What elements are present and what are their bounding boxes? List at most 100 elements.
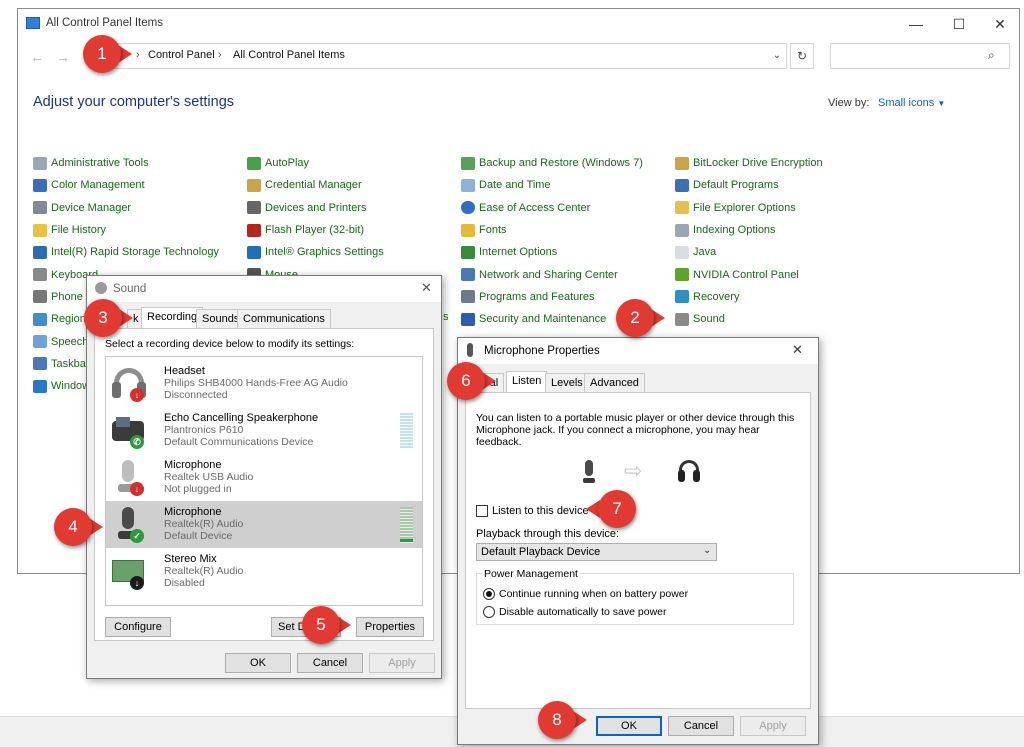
callout-4: 4 xyxy=(54,508,92,546)
nvidia-icon xyxy=(675,268,689,282)
callout-1: 1 xyxy=(83,35,121,73)
cp-item-java[interactable]: Java xyxy=(675,241,823,263)
apply-button[interactable]: Apply xyxy=(369,653,435,673)
cp-item-ease-of-access[interactable]: Ease of Access Center xyxy=(461,197,643,219)
device-item-speakerphone[interactable]: ✆ Echo Cancelling Speakerphone Plantroni… xyxy=(106,407,422,454)
close-button[interactable]: ✕ xyxy=(990,15,1010,33)
cp-item-date-time[interactable]: Date and Time xyxy=(461,174,643,196)
minimize-button[interactable]: — xyxy=(906,15,926,33)
cp-item-bitlocker[interactable]: BitLocker Drive Encryption xyxy=(675,152,823,174)
radio-continue[interactable] xyxy=(483,588,495,600)
device-list[interactable]: ↓ Headset Philips SHB4000 Hands-Free AG … xyxy=(105,356,423,606)
device-name: Echo Cancelling Speakerphone xyxy=(164,412,319,424)
cp-item-administrative-tools[interactable]: Administrative Tools xyxy=(33,152,219,174)
configure-button[interactable]: Configure xyxy=(105,617,171,637)
back-arrow-icon[interactable]: ← xyxy=(30,49,44,65)
close-button[interactable]: ✕ xyxy=(421,280,432,296)
device-name: Stereo Mix xyxy=(164,553,217,565)
address-dropdown-icon[interactable]: ⌄ xyxy=(767,43,787,69)
listen-checkbox-label: Listen to this device xyxy=(492,505,589,517)
title-bar: All Control Panel Items — ☐ ✕ xyxy=(18,9,1019,39)
cp-item-backup-restore[interactable]: Backup and Restore (Windows 7) xyxy=(461,152,643,174)
device-item-realtek-microphone[interactable]: ✓ Microphone Realtek(R) Audio Default De… xyxy=(106,501,422,548)
tab-communications[interactable]: Communications xyxy=(237,309,331,329)
properties-button[interactable]: Properties xyxy=(356,617,424,637)
forward-arrow-icon[interactable]: → xyxy=(56,49,70,65)
cp-item-indexing-options[interactable]: Indexing Options xyxy=(675,219,823,241)
apply-button[interactable]: Apply xyxy=(740,716,806,736)
items-column-3: Backup and Restore (Windows 7) Date and … xyxy=(461,152,643,330)
cp-item-credential-manager[interactable]: Credential Manager xyxy=(247,174,384,196)
device-item-headset[interactable]: ↓ Headset Philips SHB4000 Hands-Free AG … xyxy=(106,360,422,407)
cp-item-color-management[interactable]: Color Management xyxy=(33,174,219,196)
playback-device-select[interactable]: Default Playback Device ⌄ xyxy=(476,543,717,561)
cp-item-internet-options[interactable]: Internet Options xyxy=(461,241,643,263)
refresh-icon[interactable]: ↻ xyxy=(790,43,814,69)
power-option-disable[interactable]: Disable automatically to save power xyxy=(483,606,667,618)
file-history-icon xyxy=(33,223,47,237)
cp-item-sound[interactable]: Sound xyxy=(675,308,823,330)
view-by-dropdown[interactable]: Small icons ▼ xyxy=(878,97,945,109)
items-column-2: AutoPlay Credential Manager Devices and … xyxy=(247,152,384,286)
ok-button[interactable]: OK xyxy=(596,716,662,736)
device-status: Not plugged in xyxy=(164,483,232,495)
microphone-icon: ✓ xyxy=(112,507,146,543)
cp-item-intel-graphics[interactable]: Intel® Graphics Settings xyxy=(247,241,384,263)
phone-icon xyxy=(33,290,47,304)
chevron-down-icon: ⌄ xyxy=(703,545,712,556)
cp-item-autoplay[interactable]: AutoPlay xyxy=(247,152,384,174)
breadcrumb-control-panel[interactable]: Control Panel xyxy=(148,49,215,61)
callout-3: 3 xyxy=(84,299,122,337)
power-option-continue[interactable]: Continue running when on battery power xyxy=(483,588,688,600)
tab-listen[interactable]: Listen xyxy=(506,371,548,393)
cp-item-nvidia[interactable]: NVIDIA Control Panel xyxy=(675,263,823,285)
intel-graphics-icon xyxy=(247,245,261,259)
clock-icon xyxy=(461,178,475,192)
cp-item-devices-printers[interactable]: Devices and Printers xyxy=(247,197,384,219)
search-icon[interactable]: ⌕ xyxy=(988,48,995,63)
speaker-icon xyxy=(675,312,689,326)
ok-button[interactable]: OK xyxy=(225,653,291,673)
close-button[interactable]: ✕ xyxy=(792,342,803,358)
radio-disable[interactable] xyxy=(483,606,495,618)
cp-item-file-history[interactable]: File History xyxy=(33,219,219,241)
maximize-button[interactable]: ☐ xyxy=(949,15,969,33)
page-title: Adjust your computer's settings xyxy=(33,94,235,110)
breadcrumb-all-items[interactable]: All Control Panel Items xyxy=(233,49,345,61)
sound-title: Sound xyxy=(113,283,147,295)
mic-title-bar: Microphone Properties ✕ xyxy=(458,338,818,364)
device-status: Default Communications Device xyxy=(164,436,314,448)
window-title: All Control Panel Items xyxy=(46,17,163,29)
cp-item-file-explorer-options[interactable]: File Explorer Options xyxy=(675,197,823,219)
cancel-button[interactable]: Cancel xyxy=(668,716,734,736)
flag-icon xyxy=(461,312,475,326)
listen-checkbox-row[interactable]: Listen to this device xyxy=(476,505,589,517)
cp-item-fonts[interactable]: Fonts xyxy=(461,219,643,241)
cp-item-network-sharing[interactable]: Network and Sharing Center xyxy=(461,263,643,285)
device-item-usb-microphone[interactable]: ↓ Microphone Realtek USB Audio Not plugg… xyxy=(106,454,422,501)
listen-checkbox[interactable] xyxy=(476,505,488,517)
device-status: Default Device xyxy=(164,530,233,542)
cp-item-recovery[interactable]: Recovery xyxy=(675,286,823,308)
disabled-badge-icon: ↓ xyxy=(130,576,144,590)
playback-device-value: Default Playback Device xyxy=(481,546,601,558)
arrow-right-icon: ⇨ xyxy=(624,458,643,483)
cancel-button[interactable]: Cancel xyxy=(297,653,363,673)
device-detail: Plantronics P610 xyxy=(164,424,244,436)
search-input[interactable] xyxy=(830,43,1010,69)
device-name: Headset xyxy=(164,365,205,377)
tab-advanced[interactable]: Advanced xyxy=(584,373,645,393)
cp-item-programs-features[interactable]: Programs and Features xyxy=(461,286,643,308)
windows-icon xyxy=(33,379,47,393)
breadcrumb-separator-icon: › xyxy=(136,49,140,61)
tab-recording[interactable]: Recording xyxy=(141,307,204,329)
cp-item-default-programs[interactable]: Default Programs xyxy=(675,174,823,196)
cp-item-flash-player[interactable]: Flash Player (32-bit) xyxy=(247,219,384,241)
device-manager-icon xyxy=(33,201,47,215)
device-item-stereo-mix[interactable]: ↓ Stereo Mix Realtek(R) Audio Disabled xyxy=(106,548,422,595)
tab-levels[interactable]: Levels xyxy=(545,373,589,393)
level-meter xyxy=(400,507,413,543)
cp-item-intel-rst[interactable]: Intel(R) Rapid Storage Technology xyxy=(33,241,219,263)
cp-item-device-manager[interactable]: Device Manager xyxy=(33,197,219,219)
autoplay-icon xyxy=(247,156,261,170)
